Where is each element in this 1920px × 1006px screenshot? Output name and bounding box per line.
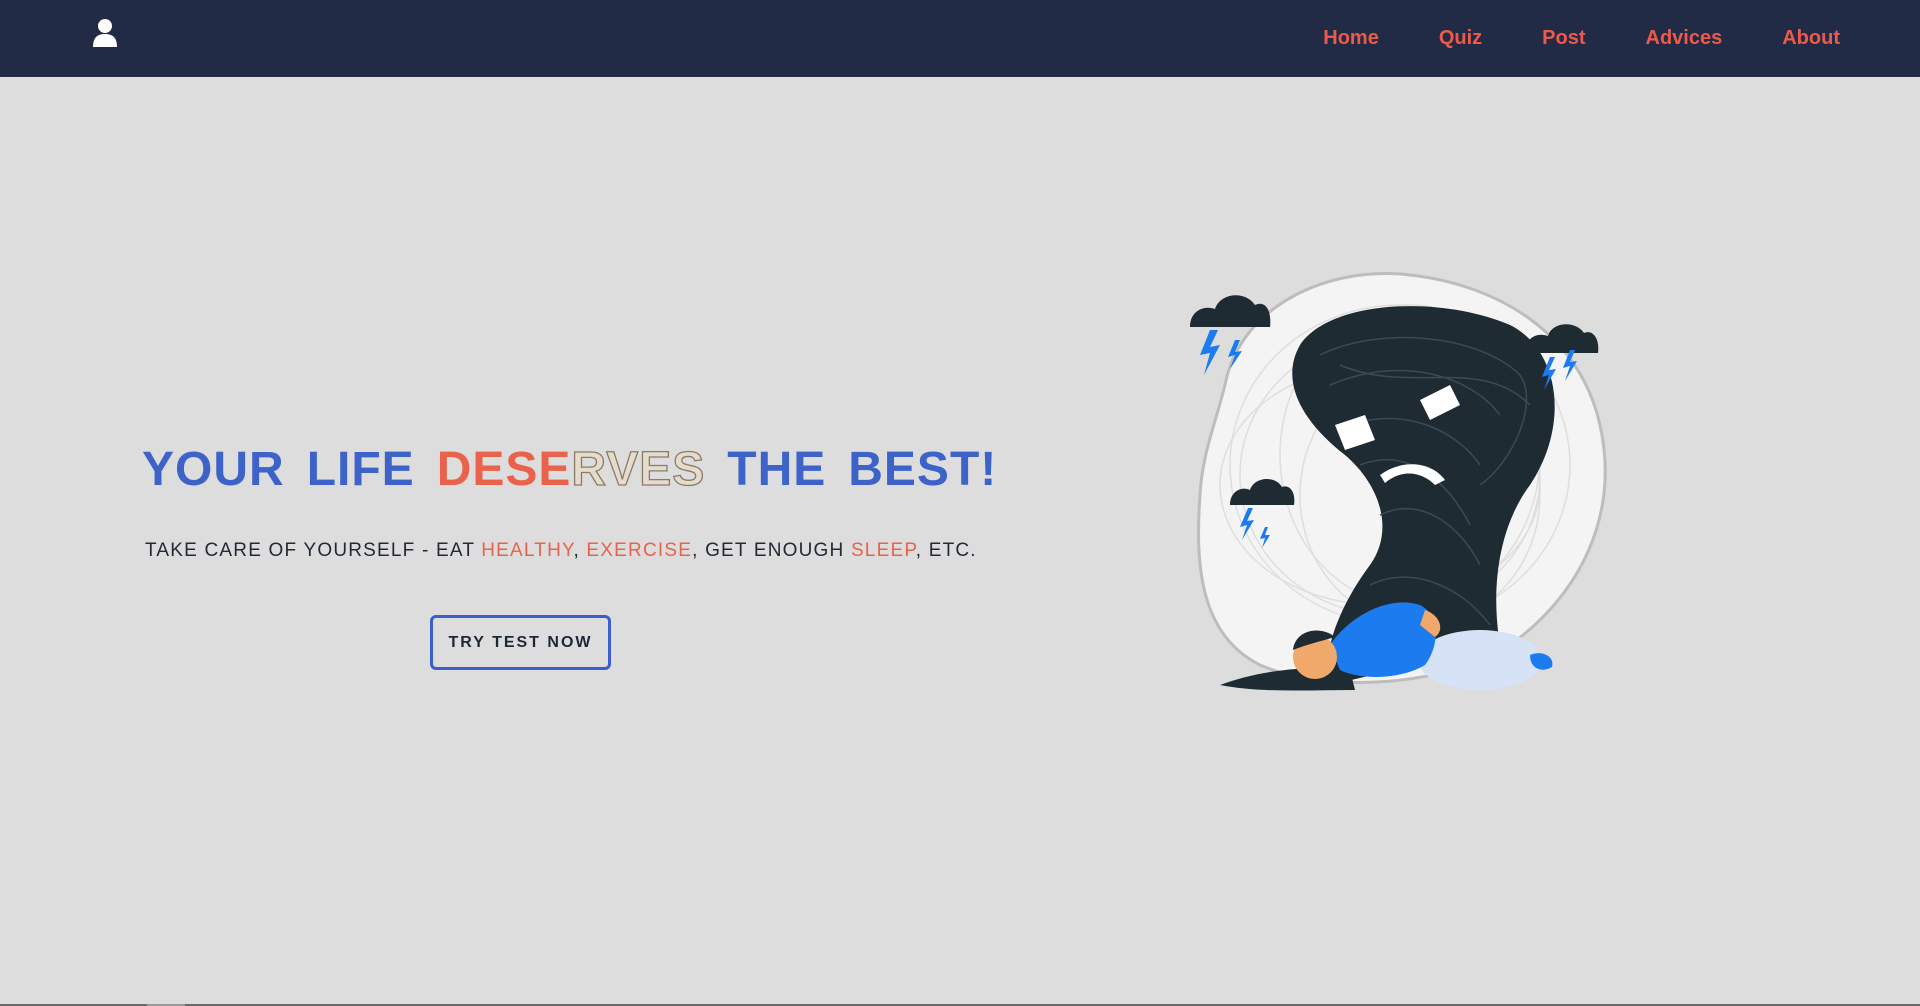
user-icon[interactable] [92, 18, 118, 48]
subtitle-text: , ETC. [915, 540, 977, 561]
hero-title-word: THE [727, 443, 827, 496]
subtitle-highlight-healthy: HEALTHY [481, 540, 574, 561]
subtitle-text: , GET ENOUGH [692, 540, 851, 561]
hero-subtitle: TAKE CARE OF YOURSELF - EAT HEALTHY, EXE… [145, 540, 977, 562]
hero-title-word: BEST! [848, 443, 998, 496]
hero-title-word-highlight: DESE [436, 443, 572, 496]
nav-link-post[interactable]: Post [1542, 27, 1585, 50]
try-test-now-button[interactable]: TRY TEST NOW [430, 615, 611, 670]
nav-link-advices[interactable]: Advices [1646, 27, 1723, 50]
nav-link-home[interactable]: Home [1323, 27, 1379, 50]
hero-title-word-outline: RVES [571, 442, 706, 496]
subtitle-highlight-sleep: SLEEP [850, 540, 916, 561]
nav-link-about[interactable]: About [1782, 27, 1840, 50]
hero-illustration [1180, 265, 1620, 705]
hero-title: YOUR LIFE DESERVES THE BEST! [142, 442, 996, 497]
subtitle-text: , [573, 540, 587, 561]
top-navbar: Home Quiz Post Advices About [0, 0, 1920, 77]
subtitle-highlight-exercise: EXERCISE [586, 540, 693, 561]
main-nav: Home Quiz Post Advices About [1263, 0, 1840, 77]
nav-link-quiz[interactable]: Quiz [1439, 27, 1482, 50]
hero-title-word: YOUR [142, 443, 285, 496]
subtitle-text: TAKE CARE OF YOURSELF - EAT [145, 540, 482, 561]
hero-title-word: LIFE [306, 443, 415, 496]
